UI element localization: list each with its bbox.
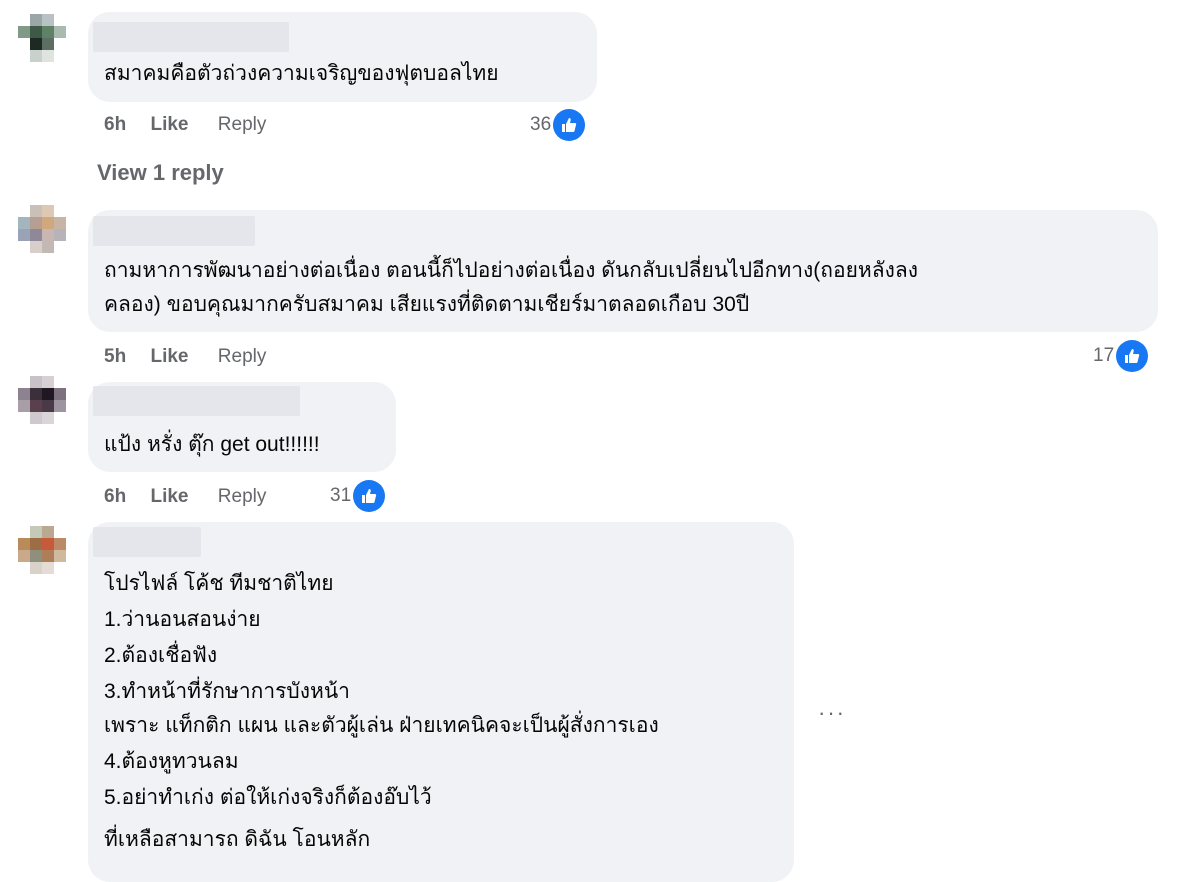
comment-text: แป้ง หรั่ง ตุ๊ก get out!!!!!! bbox=[104, 433, 320, 456]
comment-line: เพราะ แท็กติก แผน และตัวผู้เล่น ฝ่ายเทคน… bbox=[104, 714, 659, 737]
like-button[interactable]: Like bbox=[150, 114, 188, 135]
like-thumb-icon bbox=[553, 109, 586, 141]
reply-button[interactable]: Reply bbox=[218, 486, 267, 507]
comment-text: สมาคมคือตัวถ่วงความเจริญของฟุตบอลไทย bbox=[104, 62, 499, 85]
commenter-name[interactable] bbox=[93, 386, 300, 416]
more-options-icon[interactable]: ··· bbox=[818, 700, 846, 726]
commenter-name[interactable] bbox=[93, 527, 201, 557]
comment-actions: 6h Like Reply bbox=[104, 486, 266, 508]
reaction-count[interactable]: 31 bbox=[330, 480, 386, 512]
avatar[interactable] bbox=[18, 376, 68, 444]
avatar[interactable] bbox=[18, 526, 68, 594]
reaction-count[interactable]: 36 bbox=[530, 109, 586, 141]
reaction-count[interactable]: 17 bbox=[1093, 340, 1149, 372]
comment-actions: 6h Like Reply bbox=[104, 114, 266, 136]
comment-line: 1.ว่านอนสอนง่าย bbox=[104, 608, 261, 631]
comment-time[interactable]: 6h bbox=[104, 114, 126, 135]
comment-line: 4.ต้องหูทวนลม bbox=[104, 750, 239, 773]
commenter-name[interactable] bbox=[93, 22, 289, 52]
reply-button[interactable]: Reply bbox=[218, 114, 267, 135]
like-thumb-icon bbox=[1116, 340, 1149, 372]
comment-line: 5.อย่าทำเก่ง ต่อให้เก่งจริงก็ต้องอ๊บไว้ bbox=[104, 786, 432, 809]
like-button[interactable]: Like bbox=[150, 346, 188, 367]
commenter-name[interactable] bbox=[93, 216, 255, 246]
reaction-number: 36 bbox=[530, 114, 552, 135]
reply-button[interactable]: Reply bbox=[218, 346, 267, 367]
avatar[interactable] bbox=[18, 14, 68, 82]
reaction-number: 17 bbox=[1093, 345, 1115, 366]
comment-time[interactable]: 6h bbox=[104, 486, 126, 507]
reaction-number: 31 bbox=[330, 485, 352, 506]
comment-text: ถามหาการพัฒนาอย่างต่อเนื่อง ตอนนี้ก็ไปอย… bbox=[104, 259, 918, 282]
comment-line: 3.ทำหน้าที่รักษาการบังหน้า bbox=[104, 680, 350, 703]
comment-line: 2.ต้องเชื่อฟัง bbox=[104, 644, 218, 667]
comment-line: โปรไฟล์ โค้ช ทีมชาติไทย bbox=[104, 572, 334, 595]
like-button[interactable]: Like bbox=[150, 486, 188, 507]
like-thumb-icon bbox=[353, 480, 386, 512]
comment-time[interactable]: 5h bbox=[104, 346, 126, 367]
comment-actions: 5h Like Reply bbox=[104, 346, 266, 368]
comment-text-line-2: คลอง) ขอบคุณมากครับสมาคม เสียแรงที่ติดตา… bbox=[104, 293, 750, 316]
view-replies-link[interactable]: View 1 reply bbox=[97, 160, 224, 186]
avatar[interactable] bbox=[18, 205, 68, 273]
comment-line: ที่เหลือสามารถ ดิฉัน โอนหลัก bbox=[104, 828, 371, 851]
